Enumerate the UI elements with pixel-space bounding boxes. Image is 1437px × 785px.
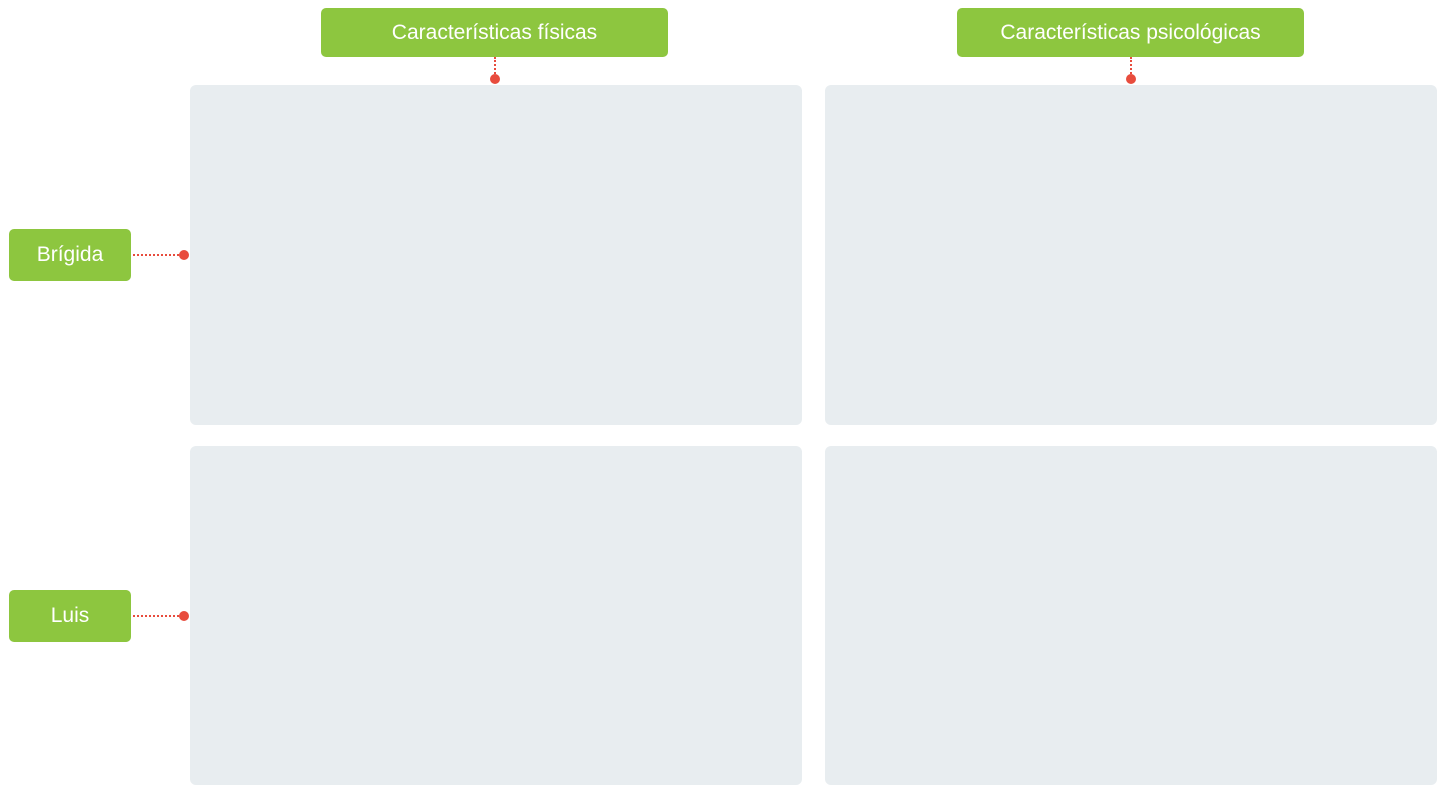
cell-luis-physical[interactable] <box>190 446 802 785</box>
row-connector-dot-brigida <box>179 250 189 260</box>
cell-brigida-psychological[interactable] <box>825 85 1437 425</box>
cell-luis-psychological[interactable] <box>825 446 1437 785</box>
column-header-psychological: Características psicológicas <box>957 8 1304 57</box>
row-label-brigida: Brígida <box>9 229 131 281</box>
column-connector-dot-physical <box>490 74 500 84</box>
row-connector-luis <box>133 615 183 617</box>
row-connector-brigida <box>133 254 183 256</box>
row-label-luis: Luis <box>9 590 131 642</box>
cell-brigida-physical[interactable] <box>190 85 802 425</box>
column-connector-dot-psychological <box>1126 74 1136 84</box>
column-header-physical: Características físicas <box>321 8 668 57</box>
row-connector-dot-luis <box>179 611 189 621</box>
